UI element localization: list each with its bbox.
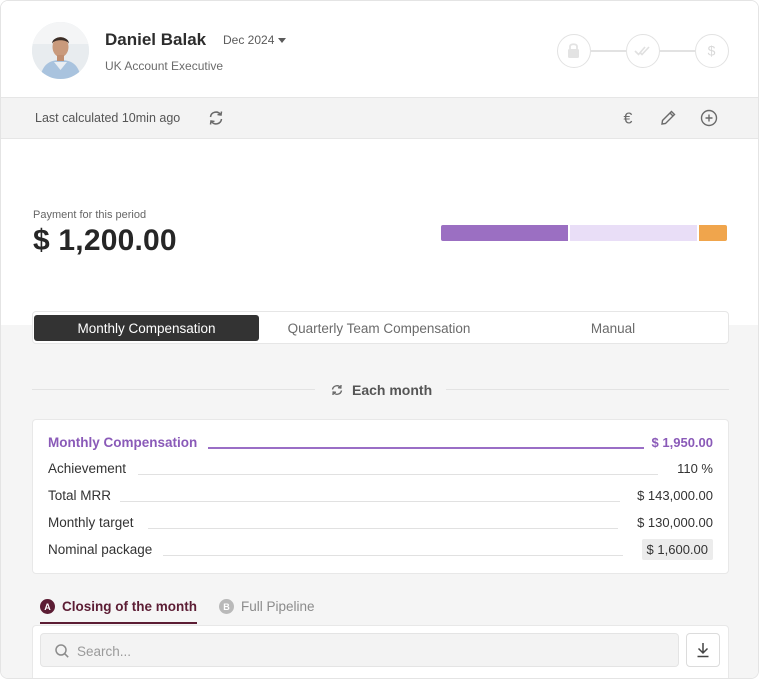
breakdown-value: $ 143,000.00	[629, 488, 713, 503]
subtab-full-pipeline[interactable]: B Full Pipeline	[219, 599, 315, 614]
divider	[446, 389, 729, 390]
lock-icon	[568, 43, 579, 58]
tab-manual[interactable]: Manual	[499, 315, 727, 341]
payment-amount: $ 1,200.00	[33, 224, 177, 257]
download-button[interactable]	[686, 633, 720, 667]
breakdown-label: Achievement	[48, 461, 133, 476]
plus-circle-icon[interactable]	[699, 108, 719, 128]
step-paid[interactable]: $	[695, 34, 729, 68]
svg-text:€: €	[624, 111, 633, 128]
progress-segment	[570, 225, 697, 241]
avatar	[32, 22, 89, 79]
progress-segment	[441, 225, 568, 241]
row-leader-line	[148, 528, 618, 529]
frequency-label: Each month	[330, 382, 432, 398]
row-leader-line	[163, 555, 623, 556]
breakdown-value: $ 1,950.00	[643, 435, 713, 450]
step-approved[interactable]	[626, 34, 660, 68]
breakdown-value: $ 130,000.00	[629, 515, 713, 530]
breakdown-value: 110 %	[669, 461, 713, 476]
breakdown-label: Monthly target	[48, 515, 140, 530]
divider	[32, 389, 315, 390]
row-leader-line	[120, 501, 620, 502]
period-selector[interactable]: Dec 2024	[223, 33, 287, 47]
breakdown-row: Total MRR $ 143,000.00	[48, 488, 713, 508]
status-stepper: $	[557, 34, 729, 68]
row-leader-line	[208, 447, 648, 449]
step-connector	[591, 50, 626, 52]
row-leader-line	[138, 474, 658, 475]
download-icon	[697, 643, 709, 658]
search-input[interactable]	[77, 641, 657, 661]
breakdown-row: Nominal package $ 1,600.00	[48, 539, 713, 562]
compensation-breakdown: Monthly Compensation $ 1,950.00 Achievem…	[32, 419, 729, 574]
breakdown-row: Achievement 110 %	[48, 461, 713, 481]
breakdown-label: Total MRR	[48, 488, 118, 503]
compensation-tabs: Monthly Compensation Quarterly Team Comp…	[32, 311, 729, 344]
active-subtab-indicator	[40, 622, 197, 624]
last-calculated-text: Last calculated 10min ago	[35, 111, 181, 125]
tab-monthly-compensation[interactable]: Monthly Compensation	[34, 315, 259, 341]
pencil-icon[interactable]	[658, 108, 678, 128]
subtab-badge: B	[219, 599, 234, 614]
step-connector	[660, 50, 695, 52]
compensation-card: Daniel Balak Dec 2024 UK Account Executi…	[0, 0, 759, 679]
calculation-toolbar: Last calculated 10min ago €	[1, 97, 758, 139]
double-check-icon	[634, 46, 650, 56]
subtab-label: Closing of the month	[62, 599, 197, 614]
subtab-label: Full Pipeline	[241, 599, 315, 614]
breakdown-label: Nominal package	[48, 542, 159, 557]
breakdown-label: Monthly Compensation	[48, 435, 204, 450]
employee-role: UK Account Executive	[105, 59, 224, 73]
tab-quarterly-team-compensation[interactable]: Quarterly Team Compensation	[259, 315, 499, 341]
employee-name: Daniel Balak	[105, 30, 207, 49]
breakdown-row: Monthly Compensation $ 1,950.00	[48, 435, 713, 455]
breakdown-row: Monthly target $ 130,000.00	[48, 515, 713, 535]
profile-header: Daniel Balak Dec 2024 UK Account Executi…	[1, 1, 758, 97]
progress-segment	[699, 225, 727, 241]
step-locked[interactable]	[557, 34, 591, 68]
search-box	[40, 633, 679, 667]
frequency-text: Each month	[352, 382, 433, 398]
period-label: Dec 2024	[223, 33, 275, 47]
breakdown-value: $ 1,600.00	[641, 539, 713, 560]
subtab-badge: A	[40, 599, 55, 614]
chevron-down-icon	[278, 37, 287, 43]
payment-label: Payment for this period	[33, 209, 147, 221]
repeat-icon	[331, 384, 343, 396]
dollar-icon: $	[708, 43, 716, 59]
euro-icon[interactable]: €	[618, 108, 638, 128]
subtab-closing-of-the-month[interactable]: A Closing of the month	[40, 599, 197, 614]
refresh-icon[interactable]	[206, 108, 226, 128]
svg-text:$: $	[708, 43, 716, 59]
search-icon	[55, 644, 69, 658]
